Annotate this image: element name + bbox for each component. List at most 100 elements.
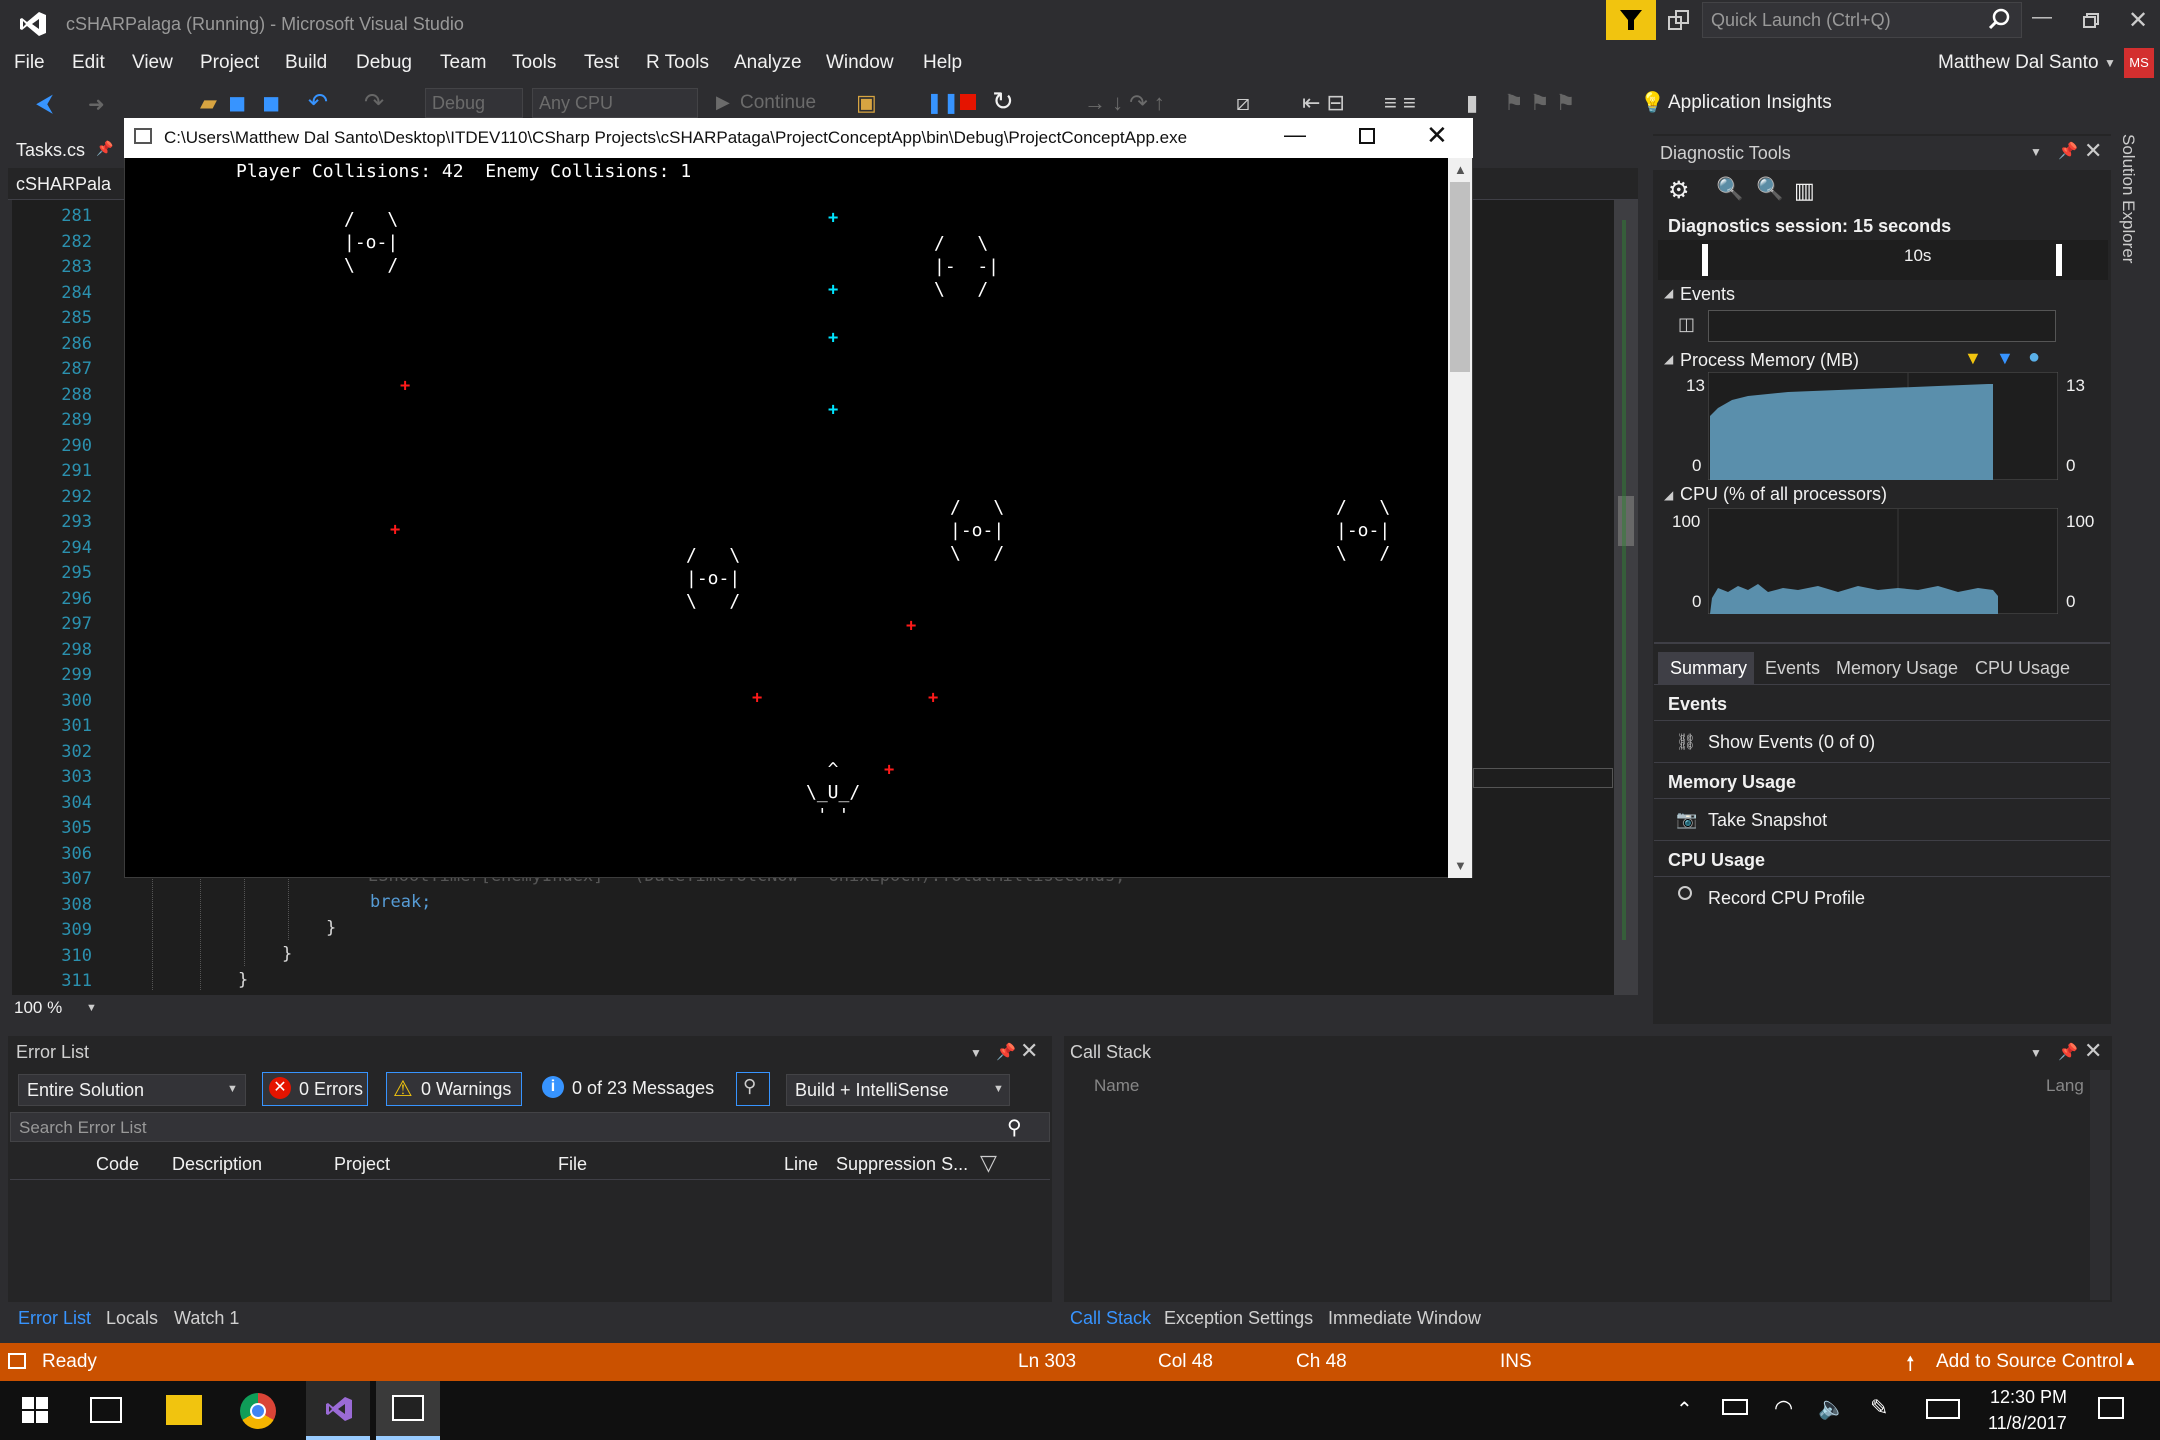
timeline-ruler[interactable]: 10s [1658, 240, 2108, 280]
chevron-down-icon[interactable]: ▼ [2104, 56, 2116, 70]
column-name[interactable]: Name [1094, 1076, 1139, 1096]
code-map-icon[interactable]: ⧄ [1236, 90, 1250, 116]
continue-button[interactable]: Continue [740, 92, 816, 114]
keyboard-icon[interactable] [1926, 1399, 1960, 1419]
add-to-source-control-button[interactable]: Add to Source Control [1936, 1351, 2123, 1373]
filter-icon[interactable]: ▽ [980, 1150, 997, 1176]
continue-icon[interactable]: ▶ [716, 92, 730, 113]
scrollbar-thumb[interactable] [1450, 182, 1470, 372]
console-scrollbar[interactable]: ▲ ▼ [1448, 158, 1472, 878]
filter-toggle-button[interactable]: ⚲ [736, 1072, 770, 1106]
comment-icon[interactable]: ≡ ≡ [1384, 90, 1416, 116]
timeline-end-handle[interactable] [2056, 244, 2062, 276]
settings-icon[interactable]: ⚙ [1668, 176, 1690, 205]
menu-build[interactable]: Build [285, 52, 327, 74]
chevron-up-icon[interactable]: ⌃ [1676, 1397, 1693, 1422]
menu-debug[interactable]: Debug [356, 52, 412, 74]
column-line[interactable]: Line [784, 1154, 818, 1175]
menu-analyze[interactable]: Analyze [734, 52, 802, 74]
messages-filter-button[interactable]: i0 of 23 Messages [536, 1072, 716, 1106]
column-suppression[interactable]: Suppression S... [836, 1154, 968, 1175]
step-icon[interactable]: → ↓ ↷ ↑ [1084, 90, 1165, 116]
errors-filter-button[interactable]: ✕ 0 Errors [262, 1072, 368, 1106]
menu-r-tools[interactable]: R Tools [646, 52, 709, 74]
zoom-dropdown[interactable]: 100 % [14, 998, 62, 1018]
menu-help[interactable]: Help [923, 52, 962, 74]
tab-immediate-window[interactable]: Immediate Window [1328, 1308, 1481, 1329]
menu-test[interactable]: Test [584, 52, 619, 74]
chevron-down-icon[interactable]: ▼ [2030, 145, 2042, 159]
zoom-out-icon[interactable]: 🔍 [1756, 176, 1783, 202]
tab-error-list[interactable]: Error List [18, 1308, 91, 1329]
chevron-down-icon[interactable]: ▼ [2030, 1046, 2042, 1060]
column-lang[interactable]: Lang [2046, 1076, 2084, 1096]
configuration-dropdown[interactable]: Debug [425, 88, 523, 118]
tab-tasks-cs[interactable]: Tasks.cs [16, 140, 85, 161]
column-project[interactable]: Project [334, 1154, 390, 1175]
console-taskbar-icon[interactable] [376, 1381, 440, 1440]
memory-chart[interactable] [1708, 372, 2058, 480]
feedback-filter-icon[interactable] [1606, 0, 1656, 40]
collapse-icon[interactable]: ◢ [1664, 286, 1673, 300]
menu-project[interactable]: Project [200, 52, 259, 74]
close-icon[interactable]: ✕ [1020, 1038, 1038, 1064]
wifi-icon[interactable]: ◠ [1774, 1395, 1793, 1421]
restore-button[interactable] [2068, 6, 2112, 36]
platform-dropdown[interactable]: Any CPU [532, 88, 698, 118]
build-filter-dropdown[interactable]: Build + IntelliSense ▼ [786, 1074, 1010, 1106]
chrome-icon[interactable] [240, 1393, 276, 1429]
tab-exception-settings[interactable]: Exception Settings [1164, 1308, 1313, 1329]
take-snapshot-button[interactable]: Take Snapshot [1708, 810, 1827, 831]
task-view-icon[interactable] [90, 1397, 122, 1423]
save-icon[interactable]: ◼ [228, 90, 246, 116]
user-name[interactable]: Matthew Dal Santo [1938, 52, 2099, 74]
show-events-link[interactable]: Show Events (0 of 0) [1708, 732, 1875, 753]
menu-edit[interactable]: Edit [72, 52, 105, 74]
chevron-up-icon[interactable]: ▲ [2124, 1353, 2137, 1368]
tab-memory-usage[interactable]: Memory Usage [1836, 658, 1958, 679]
solution-explorer-tab[interactable]: Solution Explorer [2118, 134, 2138, 263]
chevron-down-icon[interactable]: ▼ [86, 1002, 97, 1014]
scrollbar-thumb[interactable] [1618, 496, 1634, 546]
menu-file[interactable]: File [14, 52, 45, 74]
tab-summary[interactable]: Summary [1670, 658, 1747, 679]
pin-icon[interactable]: 📌 [2058, 1042, 2078, 1062]
save-all-icon[interactable]: ◼ [262, 90, 280, 116]
application-insights-button[interactable]: Application Insights [1668, 92, 1832, 114]
scope-dropdown[interactable]: Entire Solution ▼ [18, 1074, 246, 1106]
avatar[interactable]: MS [2124, 48, 2154, 78]
console-window[interactable] [124, 118, 1473, 878]
console-minimize-button[interactable]: — [1284, 122, 1306, 148]
quick-launch-input[interactable]: Quick Launch (Ctrl+Q) [1702, 2, 2022, 38]
warnings-filter-button[interactable]: ⚠ 0 Warnings [386, 1072, 522, 1106]
pin-icon[interactable]: 📌 [2058, 141, 2078, 161]
scroll-up-icon[interactable]: ▲ [1454, 162, 1467, 177]
reset-view-icon[interactable]: ▥ [1794, 178, 1815, 204]
menu-tools[interactable]: Tools [512, 52, 556, 74]
stop-icon[interactable] [960, 94, 976, 110]
tab-call-stack[interactable]: Call Stack [1070, 1308, 1151, 1329]
call-stack-scrollbar[interactable] [2090, 1070, 2110, 1300]
collapse-icon[interactable]: ◢ [1664, 352, 1673, 366]
tab-events[interactable]: Events [1765, 658, 1820, 679]
battery-icon[interactable] [1722, 1399, 1748, 1415]
timeline-start-handle[interactable] [1702, 244, 1708, 276]
chevron-down-icon[interactable]: ▼ [970, 1046, 982, 1060]
menu-team[interactable]: Team [440, 52, 486, 74]
column-code[interactable]: Code [96, 1154, 139, 1175]
console-close-button[interactable]: ✕ [1426, 120, 1448, 151]
forward-icon[interactable]: ➜ [88, 92, 105, 117]
file-explorer-icon[interactable] [166, 1395, 202, 1425]
record-cpu-profile-button[interactable]: Record CPU Profile [1708, 888, 1865, 909]
clock-date[interactable]: 11/8/2017 [1988, 1413, 2067, 1434]
restart-icon[interactable]: ↻ [992, 86, 1014, 117]
column-description[interactable]: Description [172, 1154, 262, 1175]
close-button[interactable]: ✕ [2116, 6, 2160, 36]
project-dropdown[interactable]: cSHARPala [16, 174, 111, 195]
menu-view[interactable]: View [132, 52, 173, 74]
action-center-icon[interactable] [2098, 1397, 2124, 1419]
pin-icon[interactable]: 📌 [996, 1042, 1016, 1062]
tab-cpu-usage[interactable]: CPU Usage [1975, 658, 2070, 679]
events-track[interactable] [1708, 310, 2056, 342]
column-file[interactable]: File [558, 1154, 587, 1175]
